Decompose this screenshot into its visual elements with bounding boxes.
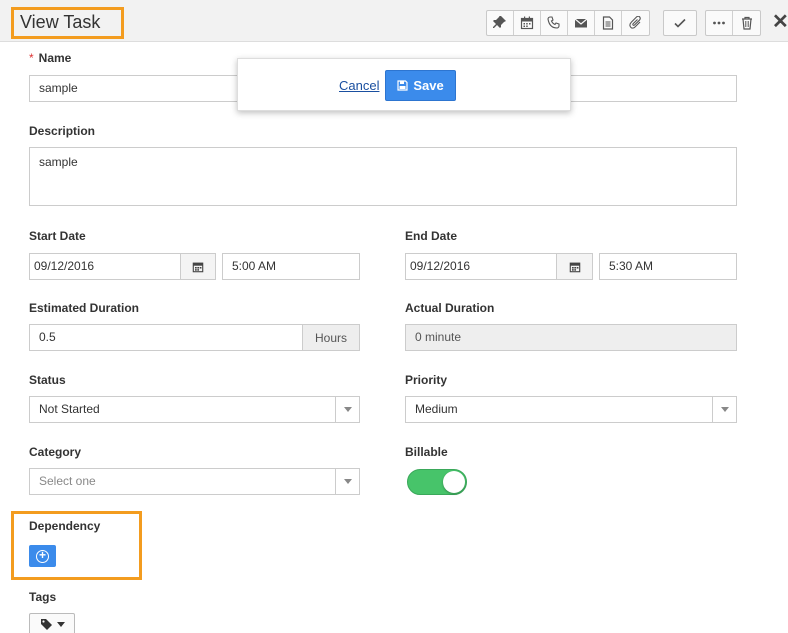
chevron-down-icon bbox=[335, 397, 359, 422]
toggle-knob bbox=[443, 471, 465, 493]
dialog-header: View Task ✕ bbox=[0, 0, 788, 42]
complete-button[interactable] bbox=[664, 11, 696, 35]
title-highlight bbox=[11, 7, 124, 39]
billable-label: Billable bbox=[405, 445, 448, 459]
priority-value: Medium bbox=[415, 402, 458, 416]
category-label: Category bbox=[29, 445, 82, 459]
save-popover: Cancel Save bbox=[237, 58, 571, 111]
floppy-icon bbox=[397, 80, 408, 91]
close-icon[interactable]: ✕ bbox=[772, 12, 788, 32]
end-date-label: End Date bbox=[405, 229, 458, 243]
duration-unit-addon: Hours bbox=[302, 324, 360, 351]
more-button[interactable] bbox=[706, 11, 733, 35]
tag-icon bbox=[40, 618, 52, 630]
chevron-down-icon bbox=[56, 621, 65, 627]
start-date-picker-button[interactable] bbox=[180, 253, 216, 280]
category-placeholder: Select one bbox=[39, 474, 96, 488]
description-label: Description bbox=[29, 124, 96, 138]
paperclip-icon bbox=[628, 16, 641, 29]
start-time-input[interactable]: 5:00 AM bbox=[222, 253, 360, 280]
pin-button[interactable] bbox=[487, 11, 514, 35]
priority-label: Priority bbox=[405, 373, 448, 387]
start-date-input[interactable]: 09/12/2016 bbox=[29, 253, 181, 280]
estimated-duration-label: Estimated Duration bbox=[29, 301, 140, 315]
billable-toggle[interactable] bbox=[407, 469, 467, 495]
cancel-link[interactable]: Cancel bbox=[339, 78, 379, 93]
chevron-down-icon bbox=[712, 397, 736, 422]
toolbar-complete bbox=[663, 10, 697, 36]
dependency-label: Dependency bbox=[29, 519, 101, 533]
category-select[interactable]: Select one bbox=[29, 468, 360, 495]
actual-duration-label: Actual Duration bbox=[405, 301, 495, 315]
tags-label: Tags bbox=[29, 590, 57, 604]
name-label-text: Name bbox=[38, 51, 72, 65]
pin-icon bbox=[493, 16, 506, 28]
status-value: Not Started bbox=[39, 402, 100, 416]
end-time-input[interactable]: 5:30 AM bbox=[599, 253, 737, 280]
calendar-icon bbox=[569, 262, 580, 272]
status-label: Status bbox=[29, 373, 66, 387]
start-date-label: Start Date bbox=[29, 229, 86, 243]
more-icon bbox=[713, 21, 725, 25]
call-button[interactable] bbox=[541, 11, 568, 35]
trash-icon bbox=[741, 16, 752, 30]
mail-icon bbox=[574, 18, 588, 28]
email-button[interactable] bbox=[568, 11, 595, 35]
note-button[interactable] bbox=[595, 11, 622, 35]
priority-select[interactable]: Medium bbox=[405, 396, 737, 423]
delete-button[interactable] bbox=[733, 11, 760, 35]
phone-icon bbox=[547, 16, 560, 29]
description-textarea[interactable]: sample bbox=[29, 147, 737, 206]
calendar-icon bbox=[192, 262, 204, 272]
toolbar-actions bbox=[486, 10, 650, 36]
name-label: * Name bbox=[29, 51, 71, 65]
save-button[interactable]: Save bbox=[385, 70, 456, 101]
actual-duration-input: 0 minute bbox=[405, 324, 737, 351]
add-dependency-button[interactable]: + bbox=[29, 545, 56, 567]
required-marker: * bbox=[29, 51, 34, 65]
document-icon bbox=[602, 16, 614, 30]
end-date-picker-button[interactable] bbox=[556, 253, 593, 280]
chevron-down-icon bbox=[335, 469, 359, 494]
check-icon bbox=[674, 18, 686, 28]
calendar-button[interactable] bbox=[514, 11, 541, 35]
save-label: Save bbox=[413, 78, 444, 93]
calendar-icon bbox=[520, 16, 534, 30]
toolbar-more bbox=[705, 10, 761, 36]
attach-button[interactable] bbox=[622, 11, 649, 35]
estimated-duration-input[interactable]: 0.5 bbox=[29, 324, 303, 351]
status-select[interactable]: Not Started bbox=[29, 396, 360, 423]
end-date-input[interactable]: 09/12/2016 bbox=[405, 253, 557, 280]
plus-icon: + bbox=[36, 549, 49, 563]
tags-dropdown-button[interactable] bbox=[29, 613, 75, 633]
